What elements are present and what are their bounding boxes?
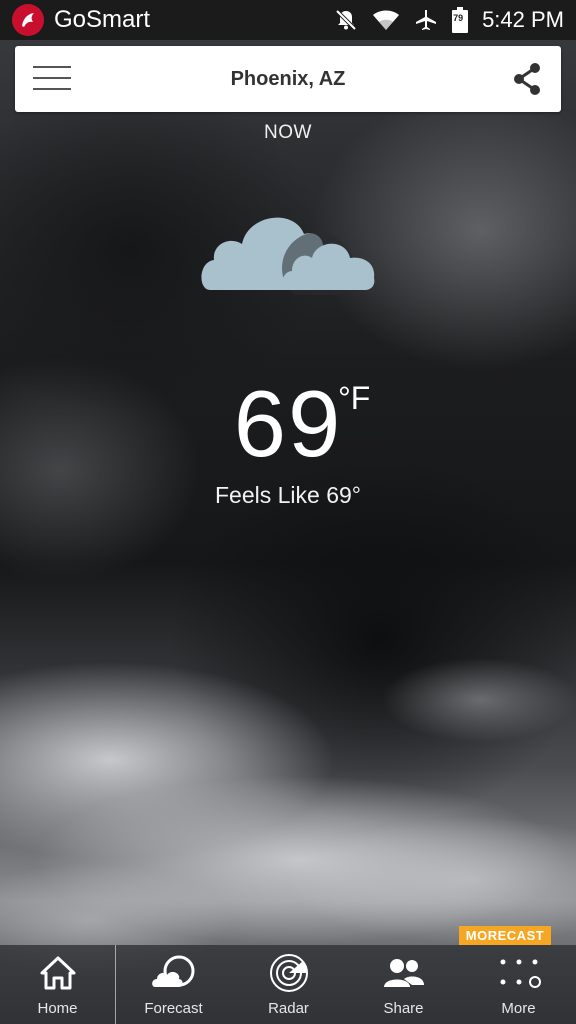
status-time: 5:42 PM: [482, 7, 564, 32]
nav-label: Home: [37, 1000, 78, 1017]
airplane-icon: [414, 8, 438, 32]
status-bar: GoSmart 79 5:42 PM: [0, 0, 576, 40]
share-icon[interactable]: [511, 62, 543, 96]
current-temperature: 69 °F: [0, 372, 576, 476]
nav-home[interactable]: Home: [0, 945, 116, 1024]
wifi-icon: [372, 9, 400, 31]
nav-label: More: [501, 1000, 536, 1017]
more-dots-icon: [497, 953, 541, 993]
temperature-value: 69: [233, 371, 343, 476]
radar-icon: [269, 953, 309, 993]
home-icon: [40, 953, 76, 993]
forecast-icon: [151, 953, 197, 993]
morecast-brand-badge: MORECAST: [459, 926, 551, 945]
nav-share[interactable]: Share: [346, 945, 461, 1024]
nav-label: Forecast: [144, 1000, 203, 1017]
people-icon: [382, 953, 426, 993]
nav-more[interactable]: More: [461, 945, 576, 1024]
hamburger-menu-icon[interactable]: [33, 66, 71, 92]
partly-cloudy-clouds-icon: [198, 200, 378, 304]
location-bar: Phoenix, AZ: [15, 46, 561, 112]
battery-icon: 79: [452, 7, 469, 33]
location-title[interactable]: Phoenix, AZ: [231, 68, 346, 91]
bottom-navigation: Home Forecast Radar Share More: [0, 945, 576, 1024]
temperature-unit: °F: [338, 380, 371, 416]
stormy-sky-background: [0, 0, 576, 1024]
notifications-off-icon: [334, 8, 358, 32]
nav-label: Radar: [268, 1000, 309, 1017]
period-label: NOW: [264, 122, 312, 143]
nav-radar[interactable]: Radar: [231, 945, 346, 1024]
carrier-logo-icon: [12, 4, 44, 36]
carrier-name: GoSmart: [54, 6, 151, 33]
nav-label: Share: [383, 1000, 424, 1017]
feels-like-text: Feels Like 69°: [215, 482, 361, 508]
battery-level: 79: [453, 13, 464, 23]
nav-forecast[interactable]: Forecast: [116, 945, 231, 1024]
